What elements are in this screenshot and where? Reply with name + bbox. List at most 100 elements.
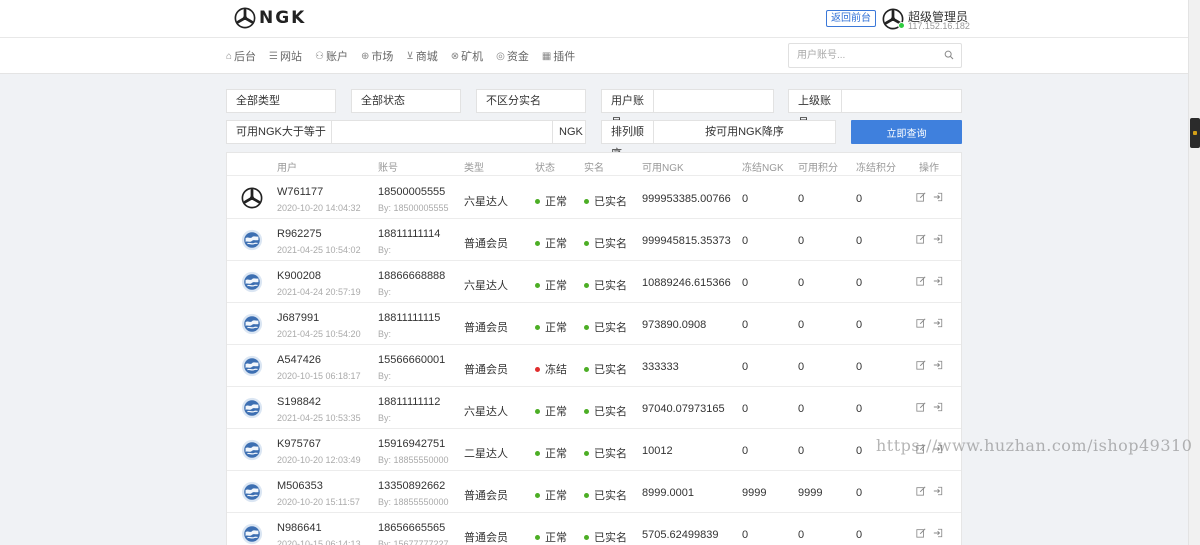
- referrer-text: By:: [378, 371, 392, 381]
- user-name[interactable]: N986641: [277, 522, 322, 534]
- account-number: 15916942751: [378, 438, 446, 450]
- edit-icon[interactable]: [916, 192, 926, 202]
- user-register-date: 2020-10-20 14:04:32: [277, 203, 361, 213]
- user-account-field[interactable]: [654, 90, 773, 112]
- back-to-frontend-button[interactable]: 返回前台: [826, 10, 876, 27]
- table-row: K975767 2020-10-20 12:03:49 15916942751 By:…: [227, 429, 961, 471]
- plugin-icon: ▦: [541, 50, 552, 62]
- status-cell: 冻结: [535, 361, 567, 377]
- status-cell: 正常: [535, 487, 567, 503]
- globe-icon: ⊕: [360, 50, 370, 62]
- column-header: 可用NGK: [642, 163, 684, 174]
- user-name[interactable]: K900208: [277, 270, 321, 282]
- available-ngk: 8999.0001: [642, 487, 694, 499]
- available-ngk: 5705.62499839: [642, 529, 719, 541]
- edit-icon[interactable]: [916, 276, 926, 286]
- member-type: 普通会员: [464, 238, 508, 250]
- miner-icon: ⊗: [450, 50, 460, 62]
- referrer-text: By: 15677777227: [378, 539, 449, 545]
- table-row: N986641 2020-10-15 06:14:13 18656665565 By:…: [227, 513, 961, 545]
- sort-select[interactable]: 按可用NGK降序: [653, 120, 836, 144]
- edit-icon[interactable]: [916, 486, 926, 496]
- nav-item-label: 矿机: [461, 51, 484, 63]
- user-register-date: 2020-10-15 06:14:13: [277, 539, 361, 545]
- status-cell: 正常: [535, 403, 567, 419]
- parent-account-field[interactable]: [842, 90, 961, 112]
- search-icon[interactable]: [944, 50, 954, 60]
- login-as-user-icon[interactable]: [933, 234, 943, 244]
- user-name[interactable]: K975767: [277, 438, 321, 450]
- login-as-user-icon[interactable]: [933, 276, 943, 286]
- nav-item[interactable]: ◎ 资金: [496, 48, 529, 64]
- available-ngk: 999945815.35373: [642, 235, 731, 247]
- top-header: NGK 返回前台 超级管理员 117.152.16.182: [0, 0, 1188, 38]
- available-points: 0: [798, 445, 805, 457]
- status-dot: [535, 325, 540, 330]
- user-register-date: 2021-04-25 10:54:02: [277, 245, 361, 255]
- available-ngk: 999953385.00766: [642, 193, 731, 205]
- user-register-date: 2021-04-25 10:53:35: [277, 413, 361, 423]
- login-as-user-icon[interactable]: [933, 360, 943, 370]
- frozen-points: 0: [856, 193, 863, 205]
- edit-icon[interactable]: [916, 528, 926, 538]
- nav-item[interactable]: ⊗ 矿机: [451, 48, 483, 64]
- page-scrollbar[interactable]: [1188, 0, 1200, 545]
- edit-icon[interactable]: [916, 234, 926, 244]
- edit-icon[interactable]: [916, 402, 926, 412]
- realname-text: 已实名: [594, 532, 627, 544]
- user-name[interactable]: J687991: [277, 312, 319, 324]
- status-text: 正常: [545, 322, 567, 334]
- status-text: 正常: [545, 196, 567, 208]
- watermark-text: https://www.huzhan.com/ishop49310: [876, 436, 1193, 455]
- scrollbar-thumb[interactable]: [1190, 118, 1200, 148]
- column-header: 操作: [919, 163, 939, 174]
- type-select[interactable]: 全部类型: [226, 89, 336, 113]
- ngk-min-field[interactable]: [332, 121, 552, 143]
- realname-cell: 已实名: [584, 361, 627, 377]
- nav-item[interactable]: ⊕ 市场: [361, 48, 393, 64]
- nav-item[interactable]: ⚇ 账户: [315, 48, 348, 64]
- status-dot: [535, 283, 540, 288]
- login-as-user-icon[interactable]: [933, 486, 943, 496]
- edit-icon[interactable]: [916, 360, 926, 370]
- referrer-text: By:: [378, 245, 392, 255]
- user-name[interactable]: A547426: [277, 354, 321, 366]
- status-cell: 正常: [535, 235, 567, 251]
- user-register-date: 2020-10-20 15:11:57: [277, 497, 360, 507]
- edit-icon[interactable]: [916, 318, 926, 328]
- member-type: 普通会员: [464, 532, 508, 544]
- user-name[interactable]: W761177: [277, 186, 323, 198]
- available-points: 9999: [798, 487, 823, 499]
- nav-item[interactable]: ☰ 网站: [269, 48, 302, 64]
- login-as-user-icon[interactable]: [933, 402, 943, 412]
- query-button[interactable]: 立即查询: [851, 120, 962, 144]
- nav-item[interactable]: ▦ 插件: [542, 48, 575, 64]
- status-text: 正常: [545, 532, 567, 544]
- realname-text: 已实名: [594, 280, 627, 292]
- status-dot: [535, 199, 540, 204]
- login-as-user-icon[interactable]: [933, 318, 943, 328]
- status-select[interactable]: 全部状态: [351, 89, 461, 113]
- realname-text: 已实名: [594, 364, 627, 376]
- user-register-date: 2021-04-25 10:54:20: [277, 329, 361, 339]
- login-as-user-icon[interactable]: [933, 192, 943, 202]
- user-name[interactable]: R962275: [277, 228, 322, 240]
- login-as-user-icon[interactable]: [933, 528, 943, 538]
- parent-account-field-wrap: [841, 89, 962, 113]
- globe-avatar: [241, 523, 263, 545]
- globe-avatar: [241, 271, 263, 293]
- logo[interactable]: NGK: [234, 7, 306, 29]
- account-number: 13350892662: [378, 480, 446, 492]
- available-points: 0: [798, 235, 805, 247]
- frozen-points: 0: [856, 487, 863, 499]
- user-search-input[interactable]: [788, 43, 962, 68]
- table-row: W761177 2020-10-20 14:04:32 18500005555 By:…: [227, 177, 961, 219]
- available-points: 0: [798, 193, 805, 205]
- user-name[interactable]: S198842: [277, 396, 321, 408]
- user-name[interactable]: M506353: [277, 480, 323, 492]
- nav-item[interactable]: ⌂ 后台: [226, 48, 256, 64]
- status-text: 正常: [545, 238, 567, 250]
- home-icon: ⌂: [226, 50, 233, 62]
- realname-select[interactable]: 不区分实名: [476, 89, 586, 113]
- nav-item[interactable]: ⊻ 商城: [406, 48, 437, 64]
